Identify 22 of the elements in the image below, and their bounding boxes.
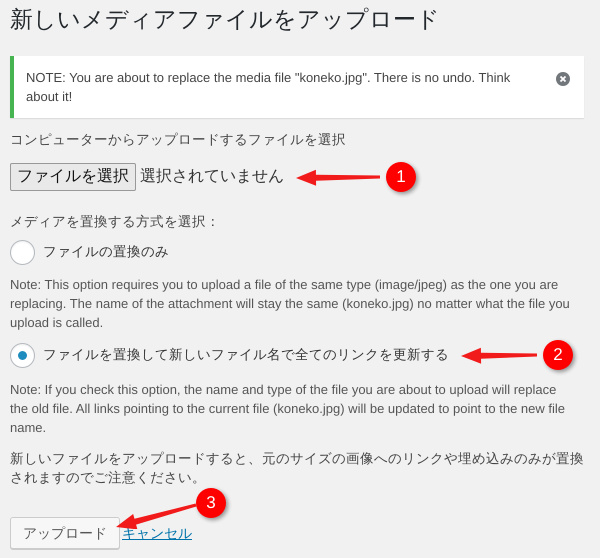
close-icon[interactable] bbox=[556, 72, 570, 86]
option-note: Note: If you check this option, the name and type of the file you are about to upload will replace the old file. All links pointing to the current file (koneko.jpg) will be updated to point to the new file name. bbox=[10, 381, 566, 437]
radio-button[interactable] bbox=[10, 342, 35, 368]
warning-text: 新しいファイルをアップロードすると、元のサイズの画像へのリンクや埋め込みのみが置換されますのでご注意ください。 bbox=[10, 450, 585, 487]
annotation-number: 2 bbox=[543, 340, 573, 370]
annotation-arrow-icon bbox=[461, 346, 537, 364]
annotation-number: 3 bbox=[196, 488, 226, 518]
upload-button[interactable]: アップロード bbox=[10, 517, 120, 549]
file-status-text: 選択されていません bbox=[140, 167, 284, 187]
annotation-arrow-icon bbox=[296, 168, 380, 186]
file-select-label: コンピューターからアップロードするファイルを選択 bbox=[10, 131, 347, 149]
notice-text: NOTE: You are about to replace the media file "koneko.jpg". There is no undo. Think about it! bbox=[26, 69, 512, 106]
method-label: メディアを置換する方式を選択： bbox=[10, 213, 221, 231]
radio-button[interactable] bbox=[10, 240, 35, 265]
annotation-arrow-icon bbox=[114, 503, 198, 529]
choose-file-button[interactable]: ファイルを選択 bbox=[10, 163, 136, 191]
annotation-number: 1 bbox=[386, 162, 416, 192]
option-note: Note: This option requires you to upload a file of the same type (image/jpeg) as the one you are replacing. The name of the attachment will stay the same (koneko.jpg) no matter what the file you upload is called. bbox=[10, 276, 571, 332]
page-title: 新しいメディアファイルをアップロード bbox=[10, 5, 441, 34]
radio-label: ファイルを置換して新しいファイル名で全てのリンクを更新する bbox=[43, 346, 449, 364]
cancel-link[interactable]: キャンセル bbox=[122, 523, 192, 544]
radio-label: ファイルの置換のみ bbox=[43, 243, 169, 262]
